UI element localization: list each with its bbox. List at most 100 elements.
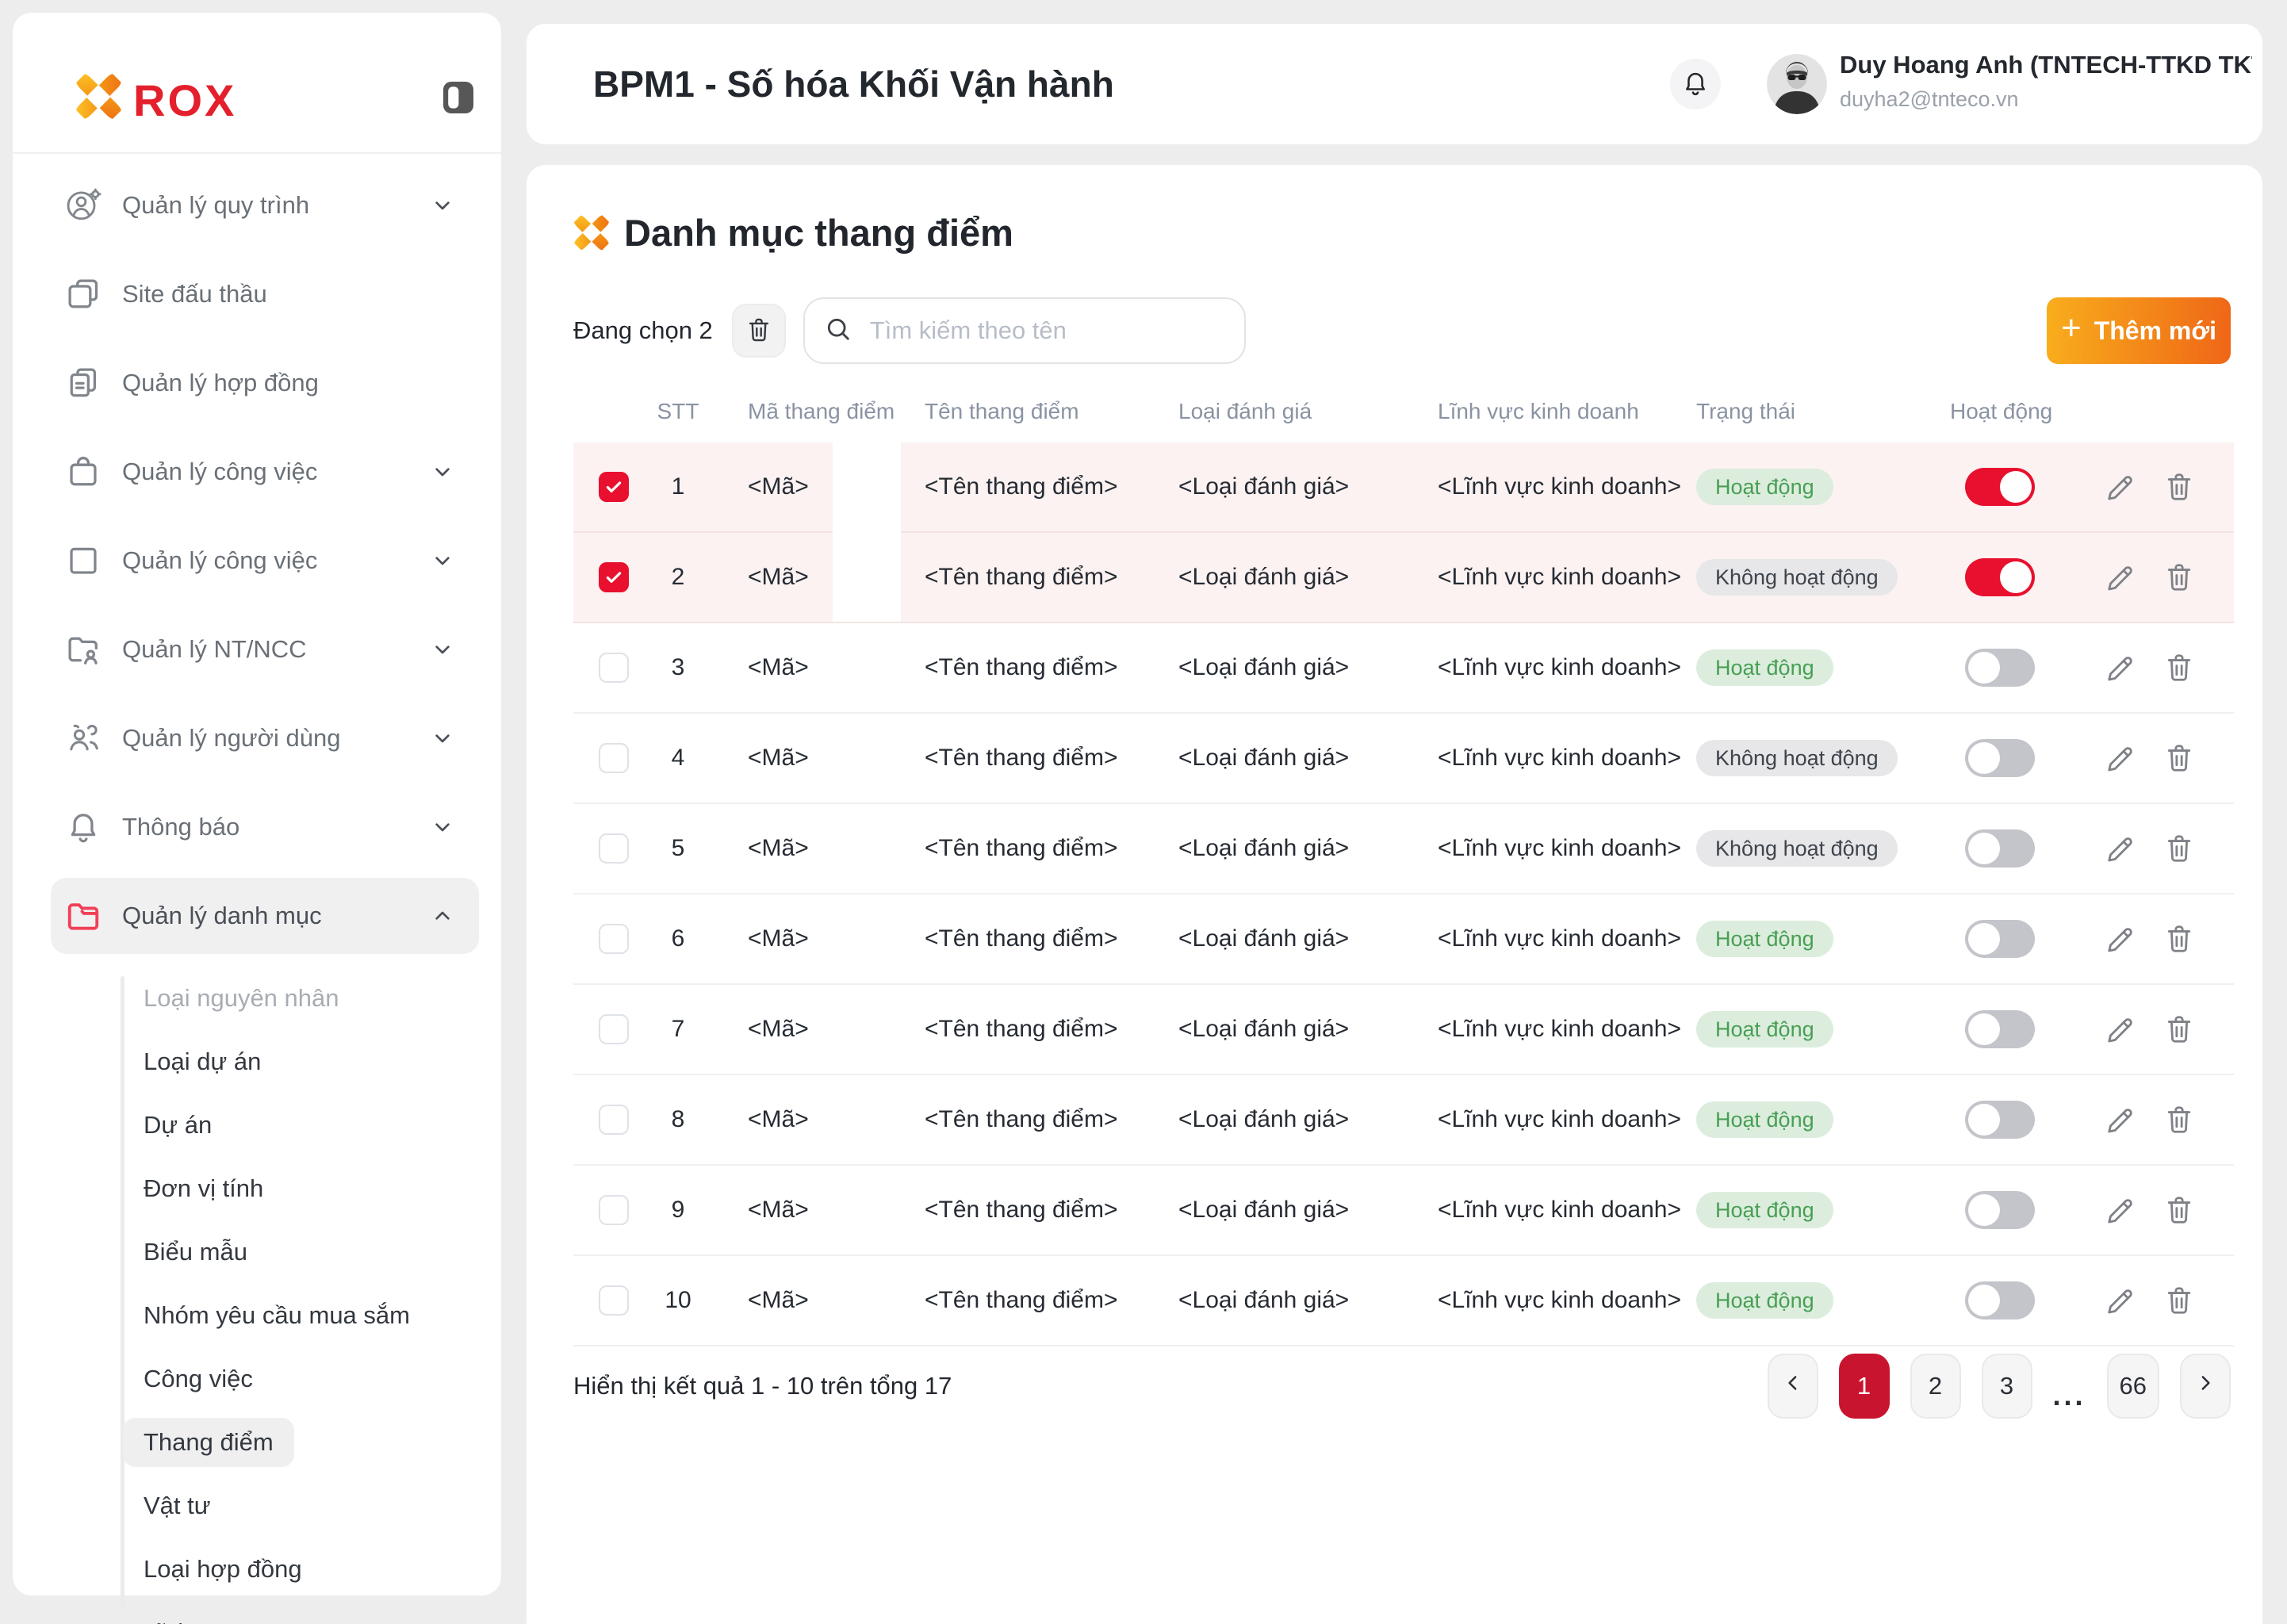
active-toggle[interactable] (1965, 558, 2035, 596)
column-header-trangthai: Trạng thái (1696, 399, 1950, 424)
sidebar-item[interactable]: Quản lý hợp đồng (51, 345, 479, 421)
delete-icon[interactable] (2162, 832, 2196, 865)
cell-linhvuc: <Lĩnh vực kinh doanh> (1438, 654, 1696, 681)
cell-ma: <Mã> (706, 1287, 925, 1314)
avatar[interactable] (1767, 54, 1827, 114)
active-toggle[interactable] (1965, 468, 2035, 506)
edit-icon[interactable] (2102, 832, 2136, 865)
delete-icon[interactable] (2162, 741, 2196, 775)
status-badge: Hoạt động (1696, 649, 1833, 686)
delete-icon[interactable] (2162, 1013, 2196, 1046)
active-toggle[interactable] (1965, 649, 2035, 687)
bulk-delete-button[interactable] (732, 304, 786, 358)
sidebar-item[interactable]: Quản lý người dùng (51, 700, 479, 776)
delete-icon[interactable] (2162, 470, 2196, 504)
edit-icon[interactable] (2102, 1103, 2136, 1136)
sidebar-subitem[interactable]: Biểu mẫu (13, 1220, 501, 1284)
documents-icon (65, 365, 102, 401)
edit-icon[interactable] (2102, 470, 2136, 504)
edit-icon[interactable] (2102, 1013, 2136, 1046)
active-toggle[interactable] (1965, 920, 2035, 958)
edit-icon[interactable] (2102, 1284, 2136, 1317)
edit-icon[interactable] (2102, 741, 2136, 775)
active-toggle[interactable] (1965, 1191, 2035, 1229)
cell-loai: <Loại đánh giá> (1178, 1106, 1438, 1133)
sidebar-subitem-label: Loại nguyên nhân (123, 974, 360, 1023)
sidebar-subitem-label: Loại dự án (123, 1037, 282, 1086)
sidebar-item[interactable]: Quản lý NT/NCC (51, 611, 479, 688)
sidebar-item[interactable]: Thông báo (51, 789, 479, 865)
cell-loai: <Loại đánh giá> (1178, 925, 1438, 952)
active-toggle[interactable] (1965, 1010, 2035, 1048)
sidebar-subitem[interactable]: Công việc (13, 1347, 501, 1411)
cell-stt: 8 (650, 1106, 706, 1133)
delete-icon[interactable] (2162, 651, 2196, 684)
table-row: 6 <Mã> <Tên thang điểm> <Loại đánh giá> … (573, 894, 2234, 985)
user-block[interactable]: Duy Hoang Anh (TNTECH-TTKD TKT... duyha2… (1840, 51, 2260, 112)
delete-icon[interactable] (2162, 561, 2196, 594)
sidebar-subitem[interactable]: Loại dự án (13, 1030, 501, 1094)
sidebar-item-label: Quản lý NT/NCC (122, 635, 430, 664)
column-header-loai: Loại đánh giá (1178, 399, 1438, 424)
search-input[interactable] (870, 316, 1225, 345)
sidebar-subitem[interactable]: Dự án (13, 1094, 501, 1157)
row-checkbox[interactable] (599, 924, 629, 954)
edit-icon[interactable] (2102, 1193, 2136, 1227)
last-page-button[interactable]: 66 (2107, 1354, 2159, 1419)
collapse-sidebar-button[interactable] (439, 76, 477, 119)
edit-icon[interactable] (2102, 651, 2136, 684)
column-header-ten: Tên thang điểm (925, 399, 1178, 424)
page-button[interactable]: 2 (1910, 1354, 1961, 1419)
sidebar-subitem[interactable]: Loại nguyên nhân (13, 967, 501, 1030)
cell-ten: <Tên thang điểm> (925, 745, 1178, 772)
cell-ma: <Mã> (706, 835, 925, 862)
sidebar-subitem[interactable]: Loại hợp đồng (13, 1538, 501, 1601)
edit-icon[interactable] (2102, 922, 2136, 956)
cell-loai: <Loại đánh giá> (1178, 564, 1438, 591)
sidebar-item[interactable]: Quản lý quy trình (51, 167, 479, 243)
notifications-button[interactable] (1670, 59, 1721, 109)
bell-icon (65, 809, 102, 845)
delete-icon[interactable] (2162, 1193, 2196, 1227)
delete-icon[interactable] (2162, 922, 2196, 956)
delete-icon[interactable] (2162, 1284, 2196, 1317)
row-checkbox[interactable] (599, 743, 629, 773)
sidebar-item[interactable]: Quản lý công việc (51, 434, 479, 510)
prev-page-button[interactable] (1768, 1354, 1818, 1419)
row-checkbox[interactable] (599, 653, 629, 683)
cell-ten: <Tên thang điểm> (925, 564, 1178, 591)
trash-icon (745, 316, 773, 347)
sidebar-item[interactable]: Quản lý danh mục (51, 878, 479, 954)
active-toggle[interactable] (1965, 1101, 2035, 1139)
sidebar-item[interactable]: Site đấu thầu (51, 256, 479, 332)
sidebar-subitem[interactable]: Nhóm yêu cầu mua sắm (13, 1284, 501, 1347)
row-checkbox[interactable] (599, 1105, 629, 1135)
row-checkbox[interactable] (599, 833, 629, 864)
sidebar-subitem[interactable]: Đơn vị tính (13, 1157, 501, 1220)
row-checkbox[interactable] (599, 1195, 629, 1225)
active-toggle[interactable] (1965, 1281, 2035, 1320)
row-checkbox[interactable] (599, 1285, 629, 1316)
sidebar-subitem[interactable]: Thang điểm (13, 1411, 501, 1474)
pagination-ellipsis: ... (2053, 1379, 2086, 1419)
row-checkbox[interactable] (599, 1014, 629, 1044)
edit-icon[interactable] (2102, 561, 2136, 594)
page-button[interactable]: 3 (1982, 1354, 2032, 1419)
user-email: duyha2@tnteco.vn (1840, 87, 2260, 112)
sidebar-item[interactable]: Quản lý công việc (51, 523, 479, 599)
delete-icon[interactable] (2162, 1103, 2196, 1136)
row-checkbox[interactable] (599, 472, 629, 502)
add-new-button[interactable]: + Thêm mới (2047, 297, 2231, 364)
cell-ma: <Mã> (706, 925, 925, 952)
sidebar-subitem[interactable]: Lĩnh vực (13, 1601, 501, 1624)
page-button[interactable]: 1 (1839, 1354, 1890, 1419)
row-checkbox[interactable] (599, 562, 629, 592)
active-toggle[interactable] (1965, 829, 2035, 868)
status-badge: Không hoạt động (1696, 830, 1898, 867)
sidebar-subitem[interactable]: Vật tư (13, 1474, 501, 1538)
table-row: 7 <Mã> <Tên thang điểm> <Loại đánh giá> … (573, 985, 2234, 1075)
next-page-button[interactable] (2180, 1354, 2231, 1419)
cell-ma: <Mã> (706, 1197, 925, 1224)
active-toggle[interactable] (1965, 739, 2035, 777)
search-icon (824, 315, 852, 347)
